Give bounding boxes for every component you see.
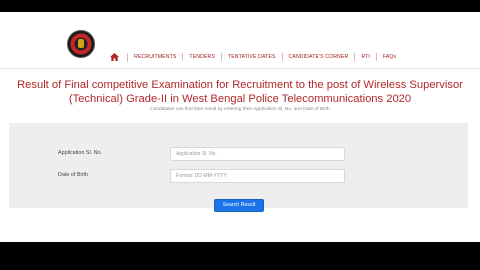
screen-frame: RECRUITMENTS TENDERS TENTATIVE DATES CAN…	[0, 0, 480, 270]
nav-item-tentative-dates[interactable]: TENTATIVE DATES	[222, 53, 283, 61]
nav-item-recruitments[interactable]: RECRUITMENTS	[128, 53, 184, 61]
web-page: RECRUITMENTS TENDERS TENTATIVE DATES CAN…	[0, 12, 480, 242]
search-result-button[interactable]: Search Result	[214, 199, 264, 212]
main-nav: RECRUITMENTS TENDERS TENTATIVE DATES CAN…	[110, 50, 402, 64]
nav-item-rti[interactable]: RTI	[355, 53, 377, 61]
home-icon[interactable]	[110, 52, 128, 62]
page-subtitle: Candidates can find their result by ente…	[150, 107, 330, 112]
application-number-label: Application Sl. No.	[58, 150, 103, 156]
application-number-input[interactable]	[170, 147, 345, 161]
nav-item-tenders[interactable]: TENDERS	[183, 53, 222, 61]
police-emblem-logo[interactable]	[67, 30, 95, 58]
home-icon-glyph	[110, 53, 119, 61]
date-of-birth-input[interactable]	[170, 169, 345, 183]
site-header: RECRUITMENTS TENDERS TENTATIVE DATES CAN…	[0, 12, 480, 69]
nav-item-faqs[interactable]: FAQs	[377, 53, 402, 61]
date-of-birth-label: Date of Birth	[58, 172, 88, 178]
result-search-form: Application Sl. No. Date of Birth Search…	[9, 123, 468, 212]
page-title: Result of Final competitive Examination …	[17, 79, 463, 105]
nav-item-candidates-corner[interactable]: CANDIDATE'S CORNER	[283, 53, 356, 61]
